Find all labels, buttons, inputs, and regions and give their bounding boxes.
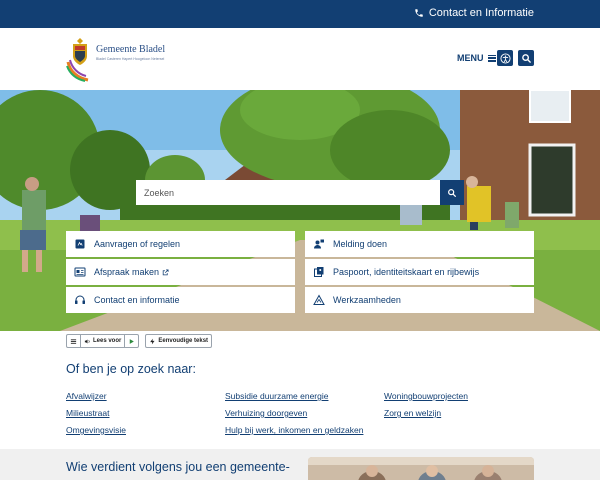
form-icon bbox=[75, 239, 85, 249]
readspeaker-player: Lees voor bbox=[66, 334, 140, 348]
tile-label: Aanvragen of regelen bbox=[94, 239, 181, 249]
readspeaker-bar: Lees voor Eenvoudige tekst bbox=[66, 334, 213, 348]
site-header: Gemeente Bladel Bladel Casteren Hapert H… bbox=[0, 28, 600, 90]
passport-icon bbox=[314, 267, 324, 277]
search-icon bbox=[448, 188, 456, 197]
accessibility-button[interactable] bbox=[497, 50, 513, 66]
read-aloud-label: Lees voor bbox=[93, 338, 122, 344]
search-input[interactable] bbox=[136, 180, 440, 205]
tile-label: Melding doen bbox=[333, 239, 388, 249]
tile-aanvragen[interactable]: Aanvragen of regelen bbox=[66, 231, 295, 257]
simple-text-button[interactable]: Eenvoudige tekst bbox=[145, 334, 213, 348]
simple-text-label: Eenvoudige tekst bbox=[158, 338, 209, 344]
nomination-section: Wie verdient volgens jou een gemeente- bbox=[0, 449, 600, 480]
logo-villages: Bladel Casteren Hapert Hoogeloon Neterse… bbox=[96, 57, 165, 61]
logo[interactable]: Gemeente Bladel Bladel Casteren Hapert H… bbox=[66, 36, 176, 84]
menu-button[interactable]: MENU bbox=[457, 53, 496, 63]
header-search-button[interactable] bbox=[518, 50, 534, 66]
link-omgevingsvisie[interactable]: Omgevingsvisie bbox=[66, 425, 126, 435]
play-button[interactable] bbox=[125, 335, 138, 347]
accessibility-icon bbox=[499, 52, 511, 64]
phone-icon bbox=[415, 9, 423, 17]
link-afvalwijzer[interactable]: Afvalwijzer bbox=[66, 391, 107, 401]
tile-label: Paspoort, identiteitskaart en rijbewijs bbox=[333, 267, 480, 277]
nomination-photo bbox=[308, 457, 534, 480]
tile-paspoort[interactable]: Paspoort, identiteitskaart en rijbewijs bbox=[305, 259, 534, 285]
roadwork-icon bbox=[313, 294, 325, 305]
top-bar: Contact en Informatie bbox=[0, 0, 600, 28]
tile-melding[interactable]: Melding doen bbox=[305, 231, 534, 257]
link-hulp[interactable]: Hulp bij werk, inkomen en geldzaken bbox=[225, 425, 363, 435]
search-icon bbox=[521, 53, 531, 63]
link-subsidie[interactable]: Subsidie duurzame energie bbox=[225, 391, 328, 401]
tile-werkzaamheden[interactable]: Werkzaamheden bbox=[305, 287, 534, 313]
tile-label: Afspraak maken bbox=[94, 267, 160, 277]
contact-label: Contact en Informatie bbox=[428, 7, 534, 19]
hamburger-icon bbox=[487, 54, 496, 62]
report-icon bbox=[314, 239, 324, 249]
tile-label: Contact en informatie bbox=[94, 295, 180, 305]
search-bar bbox=[136, 180, 464, 205]
read-aloud-button[interactable]: Lees voor bbox=[81, 335, 126, 347]
simple-text-cell: Eenvoudige tekst bbox=[146, 335, 211, 347]
tile-afspraak[interactable]: Afspraak maken bbox=[66, 259, 295, 285]
logo-name: Gemeente Bladel bbox=[96, 44, 166, 55]
contact-link[interactable]: Contact en Informatie bbox=[414, 7, 534, 19]
search-button[interactable] bbox=[440, 180, 464, 205]
link-verhuizing[interactable]: Verhuizing doorgeven bbox=[225, 408, 307, 418]
external-link-icon bbox=[162, 268, 169, 275]
link-milieustraat[interactable]: Milieustraat bbox=[66, 408, 109, 418]
coat-of-arms-icon bbox=[66, 38, 89, 82]
looking-for-title: Of ben je op zoek naar: bbox=[66, 362, 196, 376]
headset-icon bbox=[75, 295, 85, 304]
lightning-icon bbox=[150, 338, 155, 344]
menu-label: MENU bbox=[457, 53, 484, 63]
speaker-icon bbox=[84, 338, 90, 344]
readspeaker-menu-button[interactable] bbox=[67, 335, 81, 347]
tile-contact[interactable]: Contact en informatie bbox=[66, 287, 295, 313]
play-icon bbox=[130, 338, 135, 344]
hamburger-icon bbox=[70, 338, 77, 344]
people-photo bbox=[308, 457, 534, 480]
hero-image: Aanvragen of regelen Melding doen Afspra… bbox=[0, 90, 600, 331]
tile-label: Werkzaamheden bbox=[333, 295, 401, 305]
link-zorg[interactable]: Zorg en welzijn bbox=[384, 408, 441, 418]
link-woningbouw[interactable]: Woningbouwprojecten bbox=[384, 391, 468, 401]
nomination-heading: Wie verdient volgens jou een gemeente- bbox=[66, 460, 290, 474]
appointment-icon bbox=[74, 267, 86, 277]
